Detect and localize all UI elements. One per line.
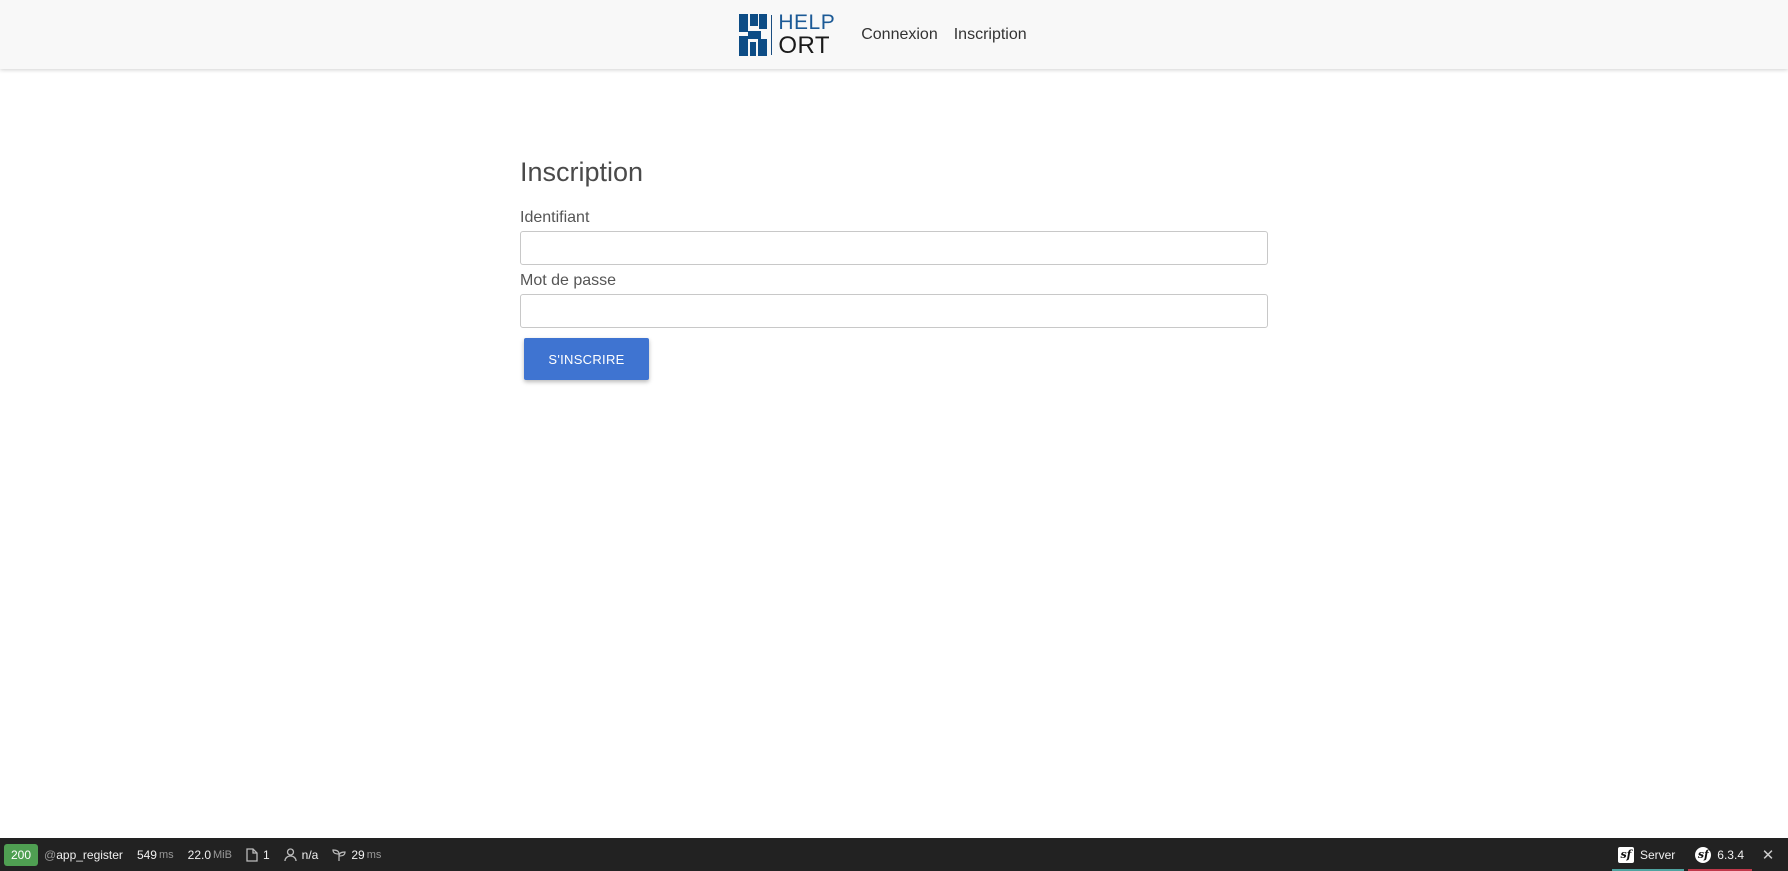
toolbar-right: sf Server sf 6.3.4 ✕ xyxy=(1617,838,1788,871)
password-label: Mot de passe xyxy=(520,272,617,289)
route-name: app_register xyxy=(56,847,123,862)
username-input[interactable] xyxy=(520,231,1268,265)
time-unit: ms xyxy=(158,848,174,861)
page-title: Inscription xyxy=(520,157,644,187)
nav-link-connexion[interactable]: Connexion xyxy=(861,26,938,44)
help-ort-logo[interactable]: HELP ORT xyxy=(739,12,835,58)
twig-value: 29 xyxy=(351,847,365,862)
version-value: 6.3.4 xyxy=(1717,847,1744,862)
user-icon xyxy=(283,847,297,862)
requests-item[interactable]: 1 xyxy=(246,848,270,862)
route-item[interactable]: @ app_register xyxy=(44,848,123,862)
close-icon[interactable]: ✕ xyxy=(1758,846,1778,864)
user-value: n/a xyxy=(301,847,319,862)
register-form: Inscription Identifiant Mot de passe S'I… xyxy=(520,154,1268,380)
logo-ort-text: ORT xyxy=(778,31,831,59)
logo-text: HELP ORT xyxy=(778,12,835,58)
server-label: Server xyxy=(1639,847,1676,862)
memory-item[interactable]: 22.0 MiB xyxy=(188,848,232,862)
top-navbar: HELP ORT Connexion Inscription xyxy=(0,0,1788,69)
time-value: 549 xyxy=(136,847,157,862)
symfony-version-icon: sf xyxy=(1695,846,1712,863)
memory-value: 22.0 xyxy=(187,847,211,862)
document-icon xyxy=(246,847,258,862)
requests-count: 1 xyxy=(262,847,270,862)
symfony-logo-icon: sf xyxy=(1617,846,1634,863)
twig-unit: ms xyxy=(366,848,382,861)
logo-separator xyxy=(771,14,773,55)
password-input[interactable] xyxy=(520,294,1268,328)
logo-mark-icon xyxy=(739,13,768,56)
nav-link-inscription[interactable]: Inscription xyxy=(954,26,1027,44)
register-submit-button[interactable]: S'INSCRIRE xyxy=(524,338,649,380)
username-label: Identifiant xyxy=(520,209,590,226)
time-item[interactable]: 549 ms xyxy=(137,848,174,862)
version-item[interactable]: sf 6.3.4 xyxy=(1695,846,1744,863)
toolbar-left: 200 @ app_register 549 ms 22.0 MiB 1 n/a xyxy=(0,838,395,871)
symfony-debug-toolbar: 200 @ app_register 549 ms 22.0 MiB 1 n/a xyxy=(0,838,1788,871)
twig-icon xyxy=(332,848,346,862)
memory-unit: MiB xyxy=(213,848,232,861)
server-item[interactable]: sf Server xyxy=(1617,846,1676,863)
logo-help-text: HELP xyxy=(778,10,836,34)
nav-container: HELP ORT Connexion Inscription xyxy=(739,12,1042,58)
twig-item[interactable]: 29 ms xyxy=(332,848,381,862)
user-item[interactable]: n/a xyxy=(283,847,319,862)
status-badge[interactable]: 200 xyxy=(4,843,39,866)
route-prefix: @ xyxy=(44,847,57,862)
